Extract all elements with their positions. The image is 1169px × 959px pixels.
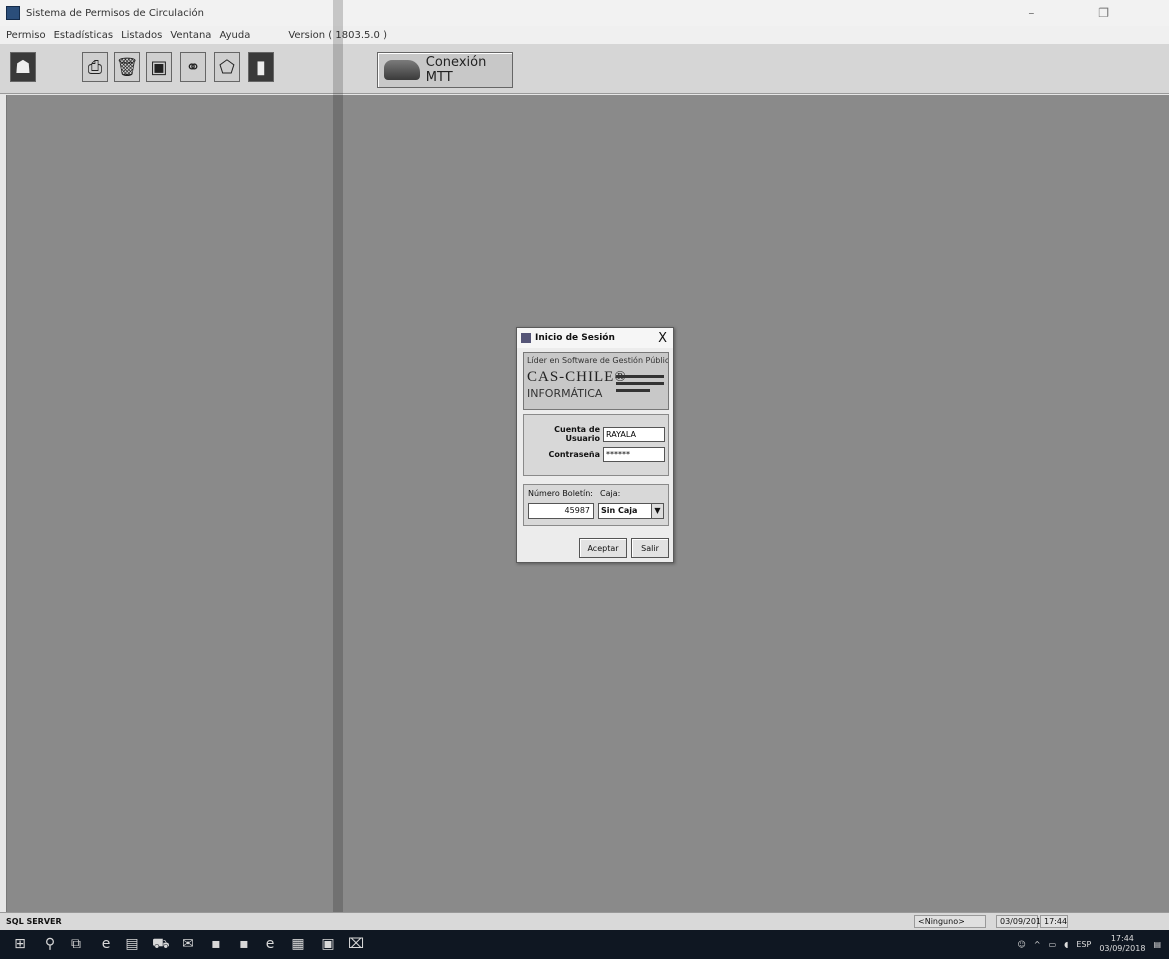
- app-icon-1[interactable]: ▪: [208, 936, 224, 952]
- boletin-label: Número Boletín:: [528, 489, 593, 498]
- window-controls[interactable]: – ❐: [1028, 6, 1139, 20]
- toolbar: ☗ ⎙ 🗑 ▣ ⚭ ⬠ ▮: [0, 44, 1169, 94]
- dialog-title: Inicio de Sesión: [535, 333, 615, 343]
- username-input[interactable]: [603, 426, 665, 442]
- boletin-field[interactable]: 45987: [528, 503, 594, 519]
- menu-bar: Permiso Estadísticas Listados Ventana Ay…: [0, 26, 1169, 44]
- title-bar: Sistema de Permisos de Circulación – ❐: [0, 0, 1169, 26]
- mtt-connection-button[interactable]: Conexión MTT: [377, 52, 513, 88]
- credentials-group: Cuenta de Usuario Contraseña: [523, 414, 669, 476]
- chevron-down-icon[interactable]: ▼: [651, 504, 663, 518]
- menu-ventana[interactable]: Ventana: [170, 30, 211, 41]
- clock-time: 17:44: [1110, 934, 1134, 943]
- username-label: Cuenta de Usuario: [554, 425, 600, 443]
- brand-banner: Líder en Software de Gestión Pública CAS…: [523, 352, 669, 410]
- app-icon-3[interactable]: ▦: [290, 936, 306, 952]
- exit-button[interactable]: Salir: [631, 538, 669, 558]
- dialog-icon: [521, 333, 531, 343]
- cashbox-group: Número Boletín: Caja: 45987 Sin Caja ▼: [523, 484, 669, 526]
- taskbar: ⊞ ⚲ ⧉ e ▤ ⛟ ✉ ▪ ▪ e ▦ ▣ ⌧ ☺ ^ ▭ ◖ ESP 17…: [0, 930, 1169, 959]
- db-status: SQL SERVER: [6, 917, 62, 926]
- search-icon[interactable]: ⚲: [42, 936, 58, 952]
- car-icon: [384, 60, 420, 80]
- menu-ayuda[interactable]: Ayuda: [219, 30, 250, 41]
- selection-status: <Ninguno>: [914, 915, 986, 928]
- caja-select[interactable]: Sin Caja ▼: [598, 503, 664, 519]
- store-icon[interactable]: ⛟: [152, 936, 170, 952]
- brand-stripes: [616, 375, 664, 403]
- password-row: Contraseña: [528, 447, 665, 462]
- tray-chevron-icon[interactable]: ^: [1034, 940, 1041, 949]
- scan-fold-shadow: [333, 0, 343, 959]
- dialog-title-bar: Inicio de Sesión: [517, 328, 673, 348]
- volume-icon[interactable]: ◖: [1064, 940, 1068, 949]
- notifications-icon[interactable]: ▤: [1153, 940, 1161, 949]
- caja-selected-value: Sin Caja: [601, 506, 638, 515]
- menu-listados[interactable]: Listados: [121, 30, 162, 41]
- clock-date: 03/09/2018: [1099, 944, 1146, 953]
- taskbar-clock[interactable]: 17:44 03/09/2018: [1099, 934, 1145, 954]
- banner-tagline: Líder en Software de Gestión Pública: [527, 356, 669, 365]
- password-label: Contraseña: [548, 450, 600, 459]
- printer-icon[interactable]: ⎙: [82, 52, 108, 82]
- accept-button[interactable]: Aceptar: [579, 538, 627, 558]
- close-icon[interactable]: X: [658, 331, 667, 346]
- save-icon[interactable]: ▣: [146, 52, 172, 82]
- network-icon[interactable]: ▭: [1049, 940, 1057, 949]
- edge-icon[interactable]: e: [262, 936, 278, 952]
- status-time: 17:44: [1040, 915, 1068, 928]
- eraser-icon[interactable]: ⬠: [214, 52, 240, 82]
- mail-icon[interactable]: ✉: [180, 936, 196, 952]
- file-explorer-icon[interactable]: ▤: [124, 936, 140, 952]
- window-title: Sistema de Permisos de Circulación: [26, 7, 204, 19]
- status-bar: SQL SERVER <Ninguno> 03/09/2018 17:44: [0, 912, 1169, 930]
- brand-subtitle: INFORMÁTICA: [527, 387, 603, 400]
- exit-door-icon[interactable]: ▮: [248, 52, 274, 82]
- menu-estadisticas[interactable]: Estadísticas: [54, 30, 113, 41]
- task-view-icon[interactable]: ⧉: [68, 936, 84, 952]
- trash-icon[interactable]: 🗑: [114, 52, 140, 82]
- status-date: 03/09/2018: [996, 915, 1046, 928]
- app-icon-5[interactable]: ⌧: [348, 936, 364, 952]
- system-tray: ☺ ^ ▭ ◖ ESP 17:44 03/09/2018 ▤: [1018, 934, 1161, 954]
- mtt-button-label: Conexión MTT: [425, 55, 487, 85]
- brand-logo-text: CAS-CHILE®: [527, 369, 627, 385]
- password-input[interactable]: [603, 447, 665, 462]
- caja-label: Caja:: [600, 489, 621, 498]
- app-icon-2[interactable]: ▪: [236, 936, 252, 952]
- login-dialog: Inicio de Sesión X Líder en Software de …: [516, 327, 674, 563]
- menu-permiso[interactable]: Permiso: [6, 30, 46, 41]
- username-row: Cuenta de Usuario: [528, 425, 665, 443]
- language-indicator[interactable]: ESP: [1076, 940, 1091, 949]
- user-icon[interactable]: ☗: [10, 52, 36, 82]
- app-icon-4[interactable]: ▣: [320, 936, 336, 952]
- windows-start-icon[interactable]: ⊞: [12, 936, 28, 952]
- ie-icon[interactable]: e: [98, 936, 114, 952]
- binoculars-icon[interactable]: ⚭: [180, 52, 206, 82]
- people-icon[interactable]: ☺: [1018, 940, 1026, 949]
- app-icon: [6, 6, 20, 20]
